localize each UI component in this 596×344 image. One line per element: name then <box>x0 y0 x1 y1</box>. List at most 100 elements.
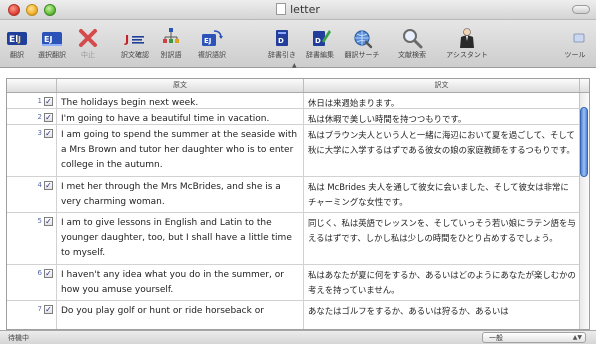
tool-label: ツール <box>564 51 586 59</box>
assistant-button[interactable]: アシスタント <box>444 23 490 65</box>
translation-search-icon <box>354 30 373 49</box>
target-text-cell[interactable]: 同じく、私は英語でレッスンを、そしていっそう若い娘にラテン語を与えるはずです、し… <box>304 213 580 264</box>
row-number-cell: 3 ✓ <box>7 125 57 176</box>
toolbar: E J 翻訳 EJ 選択翻訳 中止 J 訳文確認 別訳語 EJ 複訳語訳 D 辞… <box>0 20 596 69</box>
dictionary-edit-icon: D <box>313 30 331 46</box>
row-checkbox[interactable]: ✓ <box>44 269 53 278</box>
multi-translate-label: 複訳語訳 <box>198 51 226 59</box>
dictionary-lookup-label: 辞書引き <box>268 51 296 59</box>
source-text-cell[interactable]: I haven't any idea what you do in the su… <box>57 265 304 300</box>
table-header: 原文 訳文 <box>7 79 589 93</box>
translate-label: 翻訳 <box>10 51 24 59</box>
target-text-cell[interactable]: 私はあなたが夏に何をするか、あるいはどのようにあなたが楽しむかの考えを持っていま… <box>304 265 580 300</box>
target-text-cell[interactable]: 私はブラウン夫人という人と一緒に海辺において夏を過ごして、そして秋に大学に入学す… <box>304 125 580 176</box>
alternative-word-label: 別訳語 <box>160 51 182 59</box>
table-row[interactable]: 5 ✓ I am to give lessons in English and … <box>7 213 580 265</box>
selection-translate-label: 選択翻訳 <box>38 51 66 59</box>
svg-text:E: E <box>9 35 15 45</box>
tool-icon <box>573 33 585 43</box>
translation-search-button[interactable]: 翻訳サーチ <box>342 23 382 65</box>
row-number-cell: 7 ✓ <box>7 301 57 329</box>
translation-mode-select[interactable]: 一般 ▲▼ <box>482 332 586 343</box>
dictionary-lookup-icon: D <box>276 30 288 46</box>
title-bar: letter <box>0 0 596 20</box>
row-checkbox[interactable]: ✓ <box>44 181 53 190</box>
target-text-cell[interactable]: 私は休暇で美しい時間を持つつもりです。 <box>304 109 580 124</box>
table-row[interactable]: 4 ✓ I met her through the Mrs McBrides, … <box>7 177 580 213</box>
svg-text:EJ: EJ <box>204 37 211 45</box>
row-checkbox[interactable]: ✓ <box>44 113 53 122</box>
dictionary-edit-label: 辞書編集 <box>306 51 334 59</box>
selection-translate-icon: EJ <box>42 32 62 46</box>
source-text-cell[interactable]: I am to give lessons in English and Lati… <box>57 213 304 264</box>
row-number: 5 <box>37 217 42 225</box>
row-number: 1 <box>37 97 42 105</box>
source-text-cell[interactable]: I met her through the Mrs McBrides, and … <box>57 177 304 212</box>
row-checkbox[interactable]: ✓ <box>44 97 53 106</box>
svg-text:EJ: EJ <box>44 35 52 44</box>
row-checkbox[interactable]: ✓ <box>44 217 53 226</box>
target-text-cell[interactable]: 休日は来週始まります。 <box>304 93 580 108</box>
dictionary-lookup-button[interactable]: D 辞書引き <box>264 23 300 65</box>
select-arrows-icon: ▲▼ <box>572 334 582 341</box>
document-search-icon <box>403 29 423 49</box>
tool-button[interactable]: ツール <box>558 23 592 65</box>
row-checkbox[interactable]: ✓ <box>44 129 53 138</box>
table-row[interactable]: 1 ✓ The holidays begin next week. 休日は来週始… <box>7 93 580 109</box>
document-search-label: 文献検索 <box>398 51 426 59</box>
row-number-cell: 4 ✓ <box>7 177 57 212</box>
translation-table: 原文 訳文 1 ✓ The holidays begin next week. … <box>6 78 590 330</box>
table-row[interactable]: 3 ✓ I am going to spend the summer at th… <box>7 125 580 177</box>
svg-text:J: J <box>17 35 21 44</box>
toolbar-toggle-button[interactable] <box>572 5 590 14</box>
multi-translate-button[interactable]: EJ 複訳語訳 <box>192 23 232 65</box>
svg-text:D: D <box>315 37 321 45</box>
row-number-cell: 1 ✓ <box>7 93 57 108</box>
stop-icon <box>79 29 97 47</box>
check-translation-label: 訳文確認 <box>121 51 149 59</box>
scrollbar-thumb[interactable] <box>580 107 588 177</box>
source-text-cell[interactable]: The holidays begin next week. <box>57 93 304 108</box>
row-number: 7 <box>37 305 42 313</box>
stop-label: 中止 <box>81 51 95 59</box>
svg-text:D: D <box>278 37 284 45</box>
translate-button[interactable]: E J 翻訳 <box>2 23 32 65</box>
vertical-scrollbar[interactable] <box>579 93 589 329</box>
toolbar-expand-arrow-icon[interactable]: ▲ <box>292 62 297 69</box>
target-text-cell[interactable]: あなたはゴルフをするか、あるいは狩るか、あるいは <box>304 301 580 329</box>
alternative-word-button[interactable]: 別訳語 <box>154 23 188 65</box>
stop-button[interactable]: 中止 <box>74 23 102 65</box>
row-number-cell: 6 ✓ <box>7 265 57 300</box>
table-row[interactable]: 2 ✓ I'm going to have a beautiful time i… <box>7 109 580 125</box>
document-icon <box>276 3 287 15</box>
row-number: 6 <box>37 269 42 277</box>
alternative-word-icon <box>163 28 179 43</box>
source-text-cell[interactable]: Do you play golf or hunt or ride horseba… <box>57 301 304 329</box>
row-number: 4 <box>37 181 42 189</box>
assistant-label: アシスタント <box>446 51 488 59</box>
column-header-source[interactable]: 原文 <box>57 79 304 92</box>
check-translation-icon: J <box>124 33 144 46</box>
table-row[interactable]: 6 ✓ I haven't any idea what you do in th… <box>7 265 580 301</box>
column-header-number <box>7 79 57 92</box>
status-bar: 待機中 一般 ▲▼ <box>0 330 596 344</box>
row-number: 2 <box>37 113 42 121</box>
status-text: 待機中 <box>8 334 29 342</box>
window-title-text: letter <box>290 3 320 16</box>
translate-icon: E J <box>7 32 27 45</box>
row-number-cell: 2 ✓ <box>7 109 57 124</box>
row-number-cell: 5 ✓ <box>7 213 57 264</box>
window-title: letter <box>0 3 596 16</box>
svg-text:J: J <box>124 33 129 46</box>
column-header-target[interactable]: 訳文 <box>304 79 580 92</box>
check-translation-button[interactable]: J 訳文確認 <box>118 23 152 65</box>
row-checkbox[interactable]: ✓ <box>44 305 53 314</box>
target-text-cell[interactable]: 私は McBrides 夫人を通して彼女に会いました、そして彼女は非常にチャーミ… <box>304 177 580 212</box>
table-row[interactable]: 7 ✓ Do you play golf or hunt or ride hor… <box>7 301 580 329</box>
selection-translate-button[interactable]: EJ 選択翻訳 <box>34 23 70 65</box>
multi-translate-icon: EJ <box>202 30 223 46</box>
source-text-cell[interactable]: I'm going to have a beautiful time in va… <box>57 109 304 124</box>
document-search-button[interactable]: 文献検索 <box>394 23 430 65</box>
dictionary-edit-button[interactable]: D 辞書編集 <box>302 23 338 65</box>
source-text-cell[interactable]: I am going to spend the summer at the se… <box>57 125 304 176</box>
